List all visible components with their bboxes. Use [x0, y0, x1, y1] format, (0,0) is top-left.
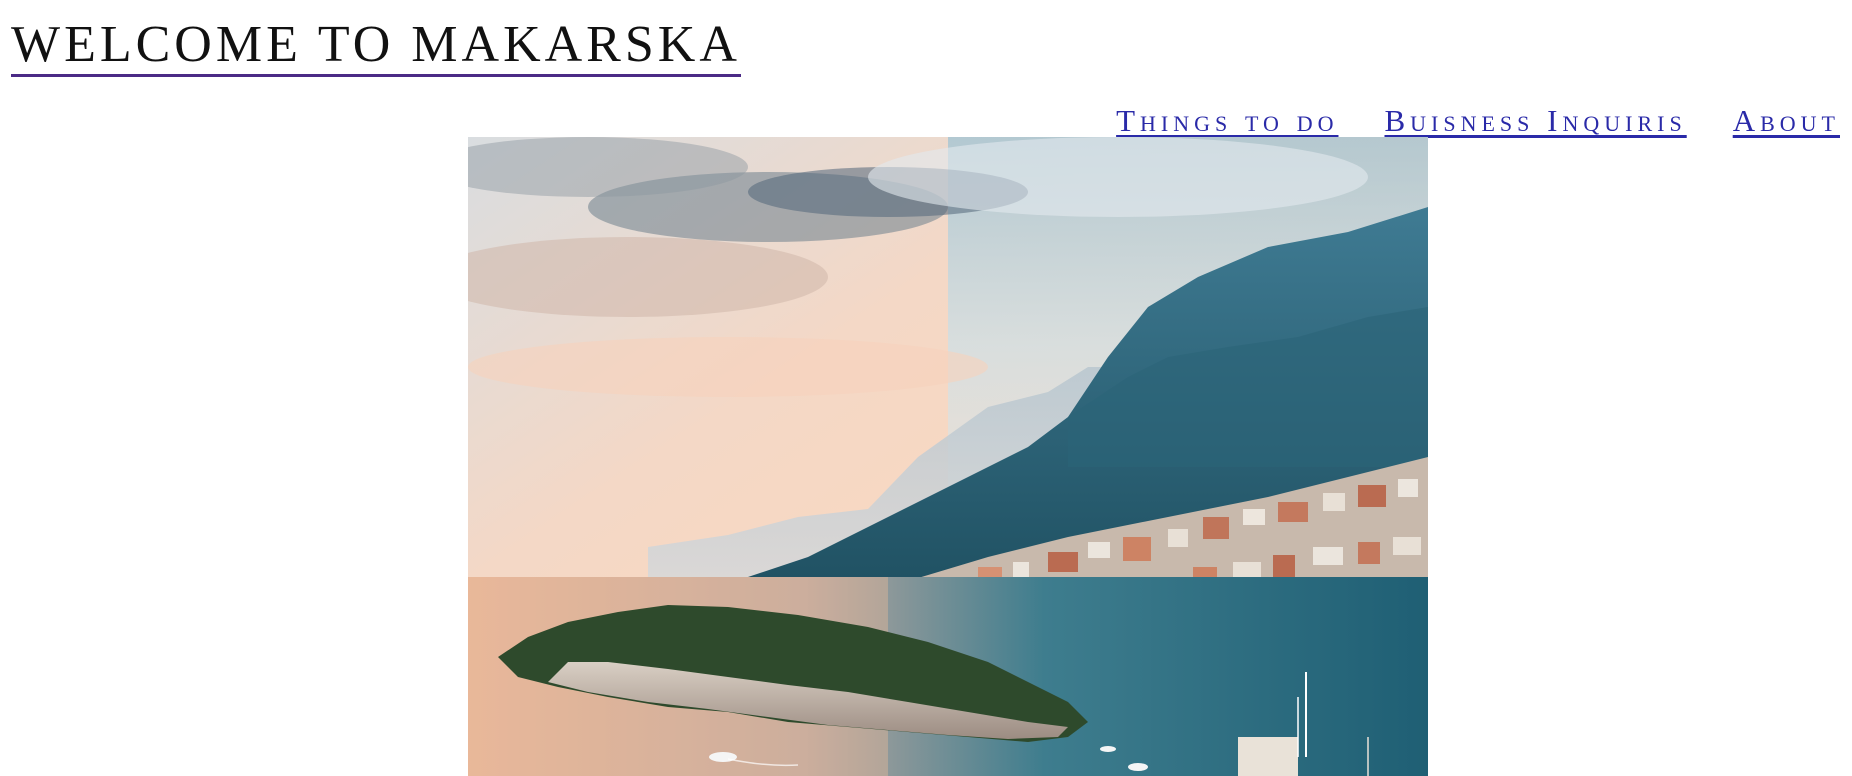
- makarska-coast-photo: [468, 137, 1428, 776]
- main-nav: Things to do Buisness Inquiris About: [1116, 104, 1840, 138]
- nav-link-about[interactable]: About: [1733, 104, 1840, 138]
- page-title-link[interactable]: WELCOME TO MAKARSKA: [11, 16, 741, 77]
- hero-image: [468, 137, 1428, 776]
- nav-link-business-inquiries[interactable]: Buisness Inquiris: [1384, 104, 1686, 138]
- nav-link-things-to-do[interactable]: Things to do: [1116, 104, 1338, 138]
